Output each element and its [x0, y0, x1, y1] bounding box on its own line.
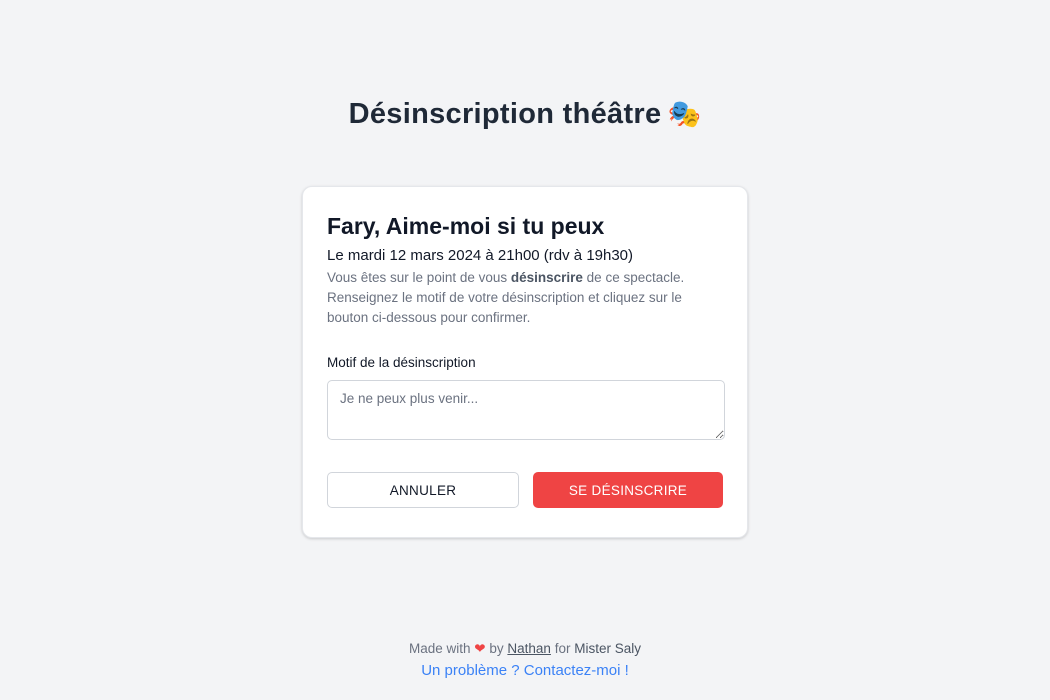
- page-title-text: Désinscription théâtre: [348, 98, 662, 130]
- form-buttons: ANNULER SE DÉSINSCRIRE: [327, 472, 723, 508]
- event-date: Le mardi 12 mars 2024 à 21h00 (rdv à 19h…: [327, 247, 634, 264]
- page-title: Désinscription théâtre 🎭: [0, 98, 1050, 131]
- reason-label: Motif de la désinscription: [327, 355, 476, 370]
- footer-credits: Made with ❤ by Nathan for Mister Saly: [0, 641, 1050, 657]
- by-text: by: [489, 641, 504, 656]
- for-text: for: [554, 641, 571, 656]
- contact-link[interactable]: Un problème ? Contactez-moi !: [421, 662, 629, 679]
- heart-icon: ❤: [474, 641, 486, 656]
- event-title: Fary, Aime-moi si tu peux: [327, 213, 605, 239]
- made-with-text: Made with: [408, 641, 471, 656]
- desc-bold: désinscrire: [510, 270, 583, 285]
- client-name: Mister Saly: [574, 641, 641, 656]
- unsubscribe-button[interactable]: SE DÉSINSCRIRE: [533, 472, 723, 508]
- reason-textarea[interactable]: [327, 380, 725, 440]
- cancel-button[interactable]: ANNULER: [327, 472, 519, 508]
- theater-masks-icon: 🎭: [667, 99, 702, 129]
- footer: Made with ❤ by Nathan for Mister Saly Un…: [0, 641, 1050, 680]
- author-link[interactable]: Nathan: [507, 641, 551, 656]
- event-description: Vous êtes sur le point de vous désinscri…: [327, 268, 723, 328]
- desc-before: Vous êtes sur le point de vous: [327, 270, 511, 285]
- unsubscribe-card: Fary, Aime-moi si tu peux Le mardi 12 ma…: [302, 186, 748, 538]
